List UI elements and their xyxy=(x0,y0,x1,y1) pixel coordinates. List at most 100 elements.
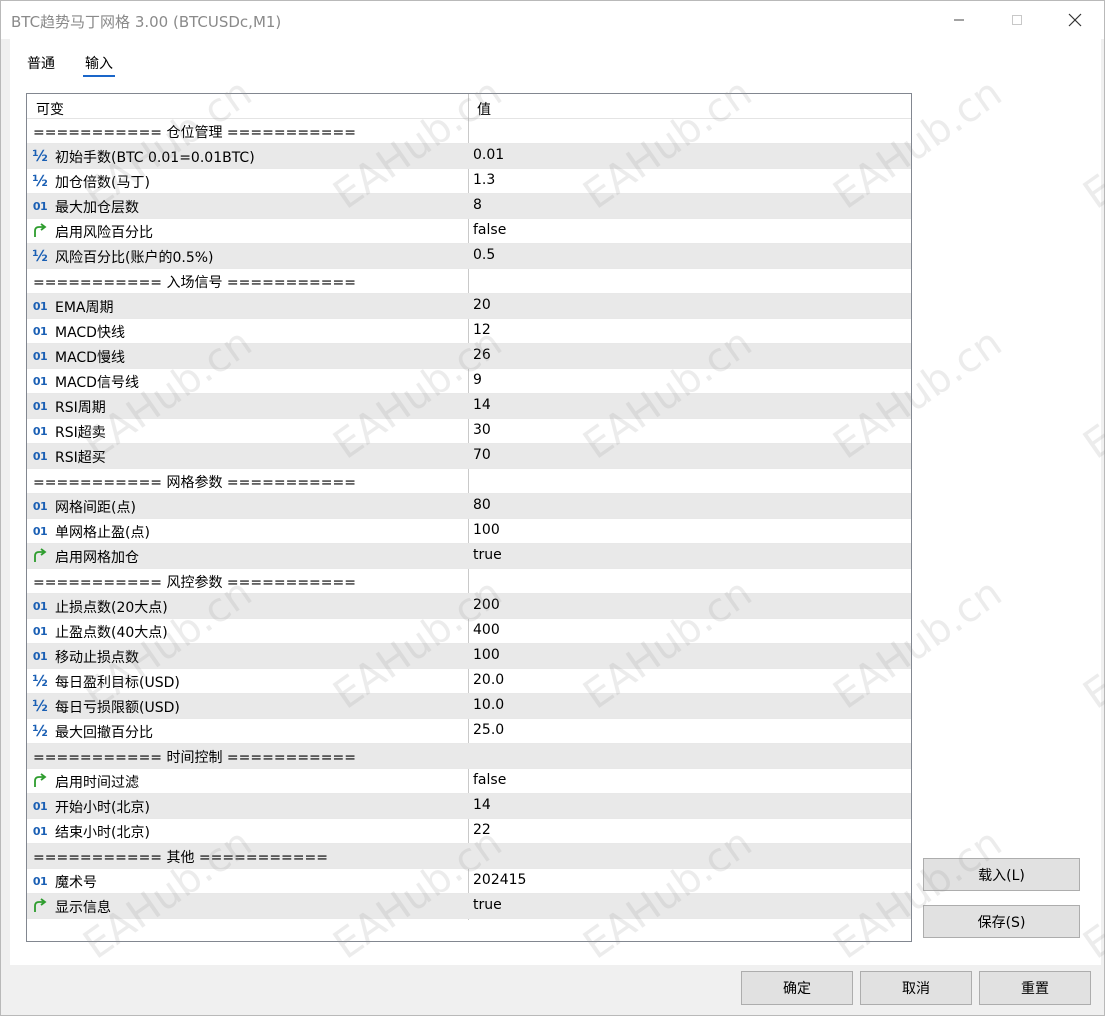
double-type-icon: ½ xyxy=(32,147,48,165)
parameter-name: 止损点数(20大点) xyxy=(55,600,168,616)
title-bar: BTC趋势马丁网格 3.00 (BTCUSDc,M1) xyxy=(1,1,1104,39)
section-row[interactable]: =========== 风控参数 =========== xyxy=(27,569,911,594)
parameter-row[interactable]: ½ 每日盈利目标(USD) 20.0 xyxy=(27,669,911,694)
column-header-value[interactable]: 值 xyxy=(477,99,491,119)
parameter-name: 启用风险百分比 xyxy=(55,225,153,241)
int-type-icon: 01 xyxy=(32,374,48,388)
maximize-icon xyxy=(1012,15,1022,25)
parameter-name: =========== 其他 =========== xyxy=(33,850,328,866)
parameter-value[interactable]: 202415 xyxy=(473,872,526,888)
cancel-button[interactable]: 取消 xyxy=(860,971,972,1005)
parameter-name: MACD慢线 xyxy=(55,350,125,366)
parameter-row[interactable]: 01 EMA周期 20 xyxy=(27,294,911,319)
parameter-name: 最大加仓层数 xyxy=(55,200,139,216)
parameter-row[interactable]: 启用时间过滤 false xyxy=(27,769,911,794)
parameter-name: =========== 仓位管理 =========== xyxy=(33,125,356,141)
parameter-name: 单网格止盈(点) xyxy=(55,525,150,541)
parameter-value[interactable]: 0.5 xyxy=(473,247,495,263)
parameter-value[interactable]: true xyxy=(473,897,502,913)
int-type-icon: 01 xyxy=(32,399,48,413)
section-row[interactable]: =========== 其他 =========== xyxy=(27,844,911,869)
parameter-row[interactable]: ½ 最大回撤百分比 25.0 xyxy=(27,719,911,744)
parameter-row[interactable]: ½ 每日亏损限额(USD) 10.0 xyxy=(27,694,911,719)
parameter-row[interactable]: 01 RSI超买 70 xyxy=(27,444,911,469)
int-type-icon: 01 xyxy=(32,299,48,313)
section-row[interactable]: =========== 入场信号 =========== xyxy=(27,269,911,294)
parameter-name: 结束小时(北京) xyxy=(55,825,150,841)
section-row[interactable]: =========== 网格参数 =========== xyxy=(27,469,911,494)
parameter-row[interactable]: 显示信息 true xyxy=(27,894,911,919)
parameter-value[interactable]: 14 xyxy=(473,397,491,413)
parameter-value[interactable]: true xyxy=(473,547,502,563)
grid-header: 可变 值 xyxy=(27,94,911,119)
parameter-value[interactable]: 200 xyxy=(473,597,500,613)
section-row[interactable]: =========== 时间控制 =========== xyxy=(27,744,911,769)
parameter-row[interactable]: ½ 风险百分比(账户的0.5%) 0.5 xyxy=(27,244,911,269)
parameter-value[interactable]: 100 xyxy=(473,522,500,538)
parameter-row[interactable]: 01 MACD慢线 26 xyxy=(27,344,911,369)
parameter-row[interactable]: 01 网格间距(点) 80 xyxy=(27,494,911,519)
inputs-panel: 普通 输入 可变 值 =========== 仓位管理 =========== ½… xyxy=(10,39,1101,965)
ok-button[interactable]: 确定 xyxy=(741,971,853,1005)
int-type-icon: 01 xyxy=(32,324,48,338)
parameter-value[interactable]: 26 xyxy=(473,347,491,363)
parameter-value[interactable]: 9 xyxy=(473,372,482,388)
parameter-value[interactable]: false xyxy=(473,222,506,238)
parameter-row[interactable]: 01 单网格止盈(点) 100 xyxy=(27,519,911,544)
parameter-row[interactable]: ½ 加仓倍数(马丁) 1.3 xyxy=(27,169,911,194)
parameter-row[interactable]: 启用网格加仓 true xyxy=(27,544,911,569)
parameter-row[interactable]: 启用风险百分比 false xyxy=(27,219,911,244)
parameter-value[interactable]: 10.0 xyxy=(473,697,504,713)
load-button[interactable]: 载入(L) xyxy=(923,858,1080,891)
int-type-icon: 01 xyxy=(32,449,48,463)
parameter-row[interactable]: 01 RSI超卖 30 xyxy=(27,419,911,444)
parameter-row[interactable]: 01 止损点数(20大点) 200 xyxy=(27,594,911,619)
parameter-row[interactable]: 01 魔术号 202415 xyxy=(27,869,911,894)
parameter-name: 魔术号 xyxy=(55,875,97,891)
column-header-variable[interactable]: 可变 xyxy=(36,99,64,119)
parameter-row[interactable]: 01 移动止损点数 100 xyxy=(27,644,911,669)
close-icon xyxy=(1068,13,1082,27)
parameter-value[interactable]: 20 xyxy=(473,297,491,313)
parameter-name: 止盈点数(40大点) xyxy=(55,625,168,641)
parameter-value[interactable]: 22 xyxy=(473,822,491,838)
parameter-value[interactable]: false xyxy=(473,772,506,788)
parameter-value[interactable]: 8 xyxy=(473,197,482,213)
parameter-name: 每日盈利目标(USD) xyxy=(55,675,180,691)
close-button[interactable] xyxy=(1046,1,1104,39)
parameter-value[interactable]: 400 xyxy=(473,622,500,638)
dialog-window: BTC趋势马丁网格 3.00 (BTCUSDc,M1) 普通 输入 可变 值 =… xyxy=(0,0,1105,1016)
parameter-value[interactable]: 0.01 xyxy=(473,147,504,163)
minimize-button[interactable] xyxy=(930,1,988,39)
parameter-value[interactable]: 80 xyxy=(473,497,491,513)
int-type-icon: 01 xyxy=(32,524,48,538)
tab-general[interactable]: 普通 xyxy=(27,53,55,73)
double-type-icon: ½ xyxy=(32,172,48,190)
parameter-row[interactable]: 01 止盈点数(40大点) 400 xyxy=(27,619,911,644)
parameter-value[interactable]: 100 xyxy=(473,647,500,663)
parameter-name: 每日亏损限额(USD) xyxy=(55,700,180,716)
save-button[interactable]: 保存(S) xyxy=(923,905,1080,938)
reset-button[interactable]: 重置 xyxy=(979,971,1091,1005)
parameter-row[interactable]: 01 开始小时(北京) 14 xyxy=(27,794,911,819)
parameter-row[interactable]: 01 MACD信号线 9 xyxy=(27,369,911,394)
parameter-row[interactable]: 01 最大加仓层数 8 xyxy=(27,194,911,219)
parameter-value[interactable]: 70 xyxy=(473,447,491,463)
parameter-value[interactable]: 20.0 xyxy=(473,672,504,688)
parameter-name: RSI超买 xyxy=(55,450,106,466)
int-type-icon: 01 xyxy=(32,599,48,613)
maximize-button[interactable] xyxy=(988,1,1046,39)
parameter-value[interactable]: 1.3 xyxy=(473,172,495,188)
parameter-value[interactable]: 12 xyxy=(473,322,491,338)
parameter-row[interactable]: 01 RSI周期 14 xyxy=(27,394,911,419)
parameter-value[interactable]: 30 xyxy=(473,422,491,438)
parameter-row[interactable]: 01 结束小时(北京) 22 xyxy=(27,819,911,844)
double-type-icon: ½ xyxy=(32,247,48,265)
parameter-row[interactable]: 01 MACD快线 12 xyxy=(27,319,911,344)
parameter-value[interactable]: 25.0 xyxy=(473,722,504,738)
parameter-name: 加仓倍数(马丁) xyxy=(55,175,150,191)
section-row[interactable]: =========== 仓位管理 =========== xyxy=(27,119,911,144)
parameter-row[interactable]: ½ 初始手数(BTC 0.01=0.01BTC) 0.01 xyxy=(27,144,911,169)
parameter-value[interactable]: 14 xyxy=(473,797,491,813)
tab-inputs[interactable]: 输入 xyxy=(83,53,115,77)
